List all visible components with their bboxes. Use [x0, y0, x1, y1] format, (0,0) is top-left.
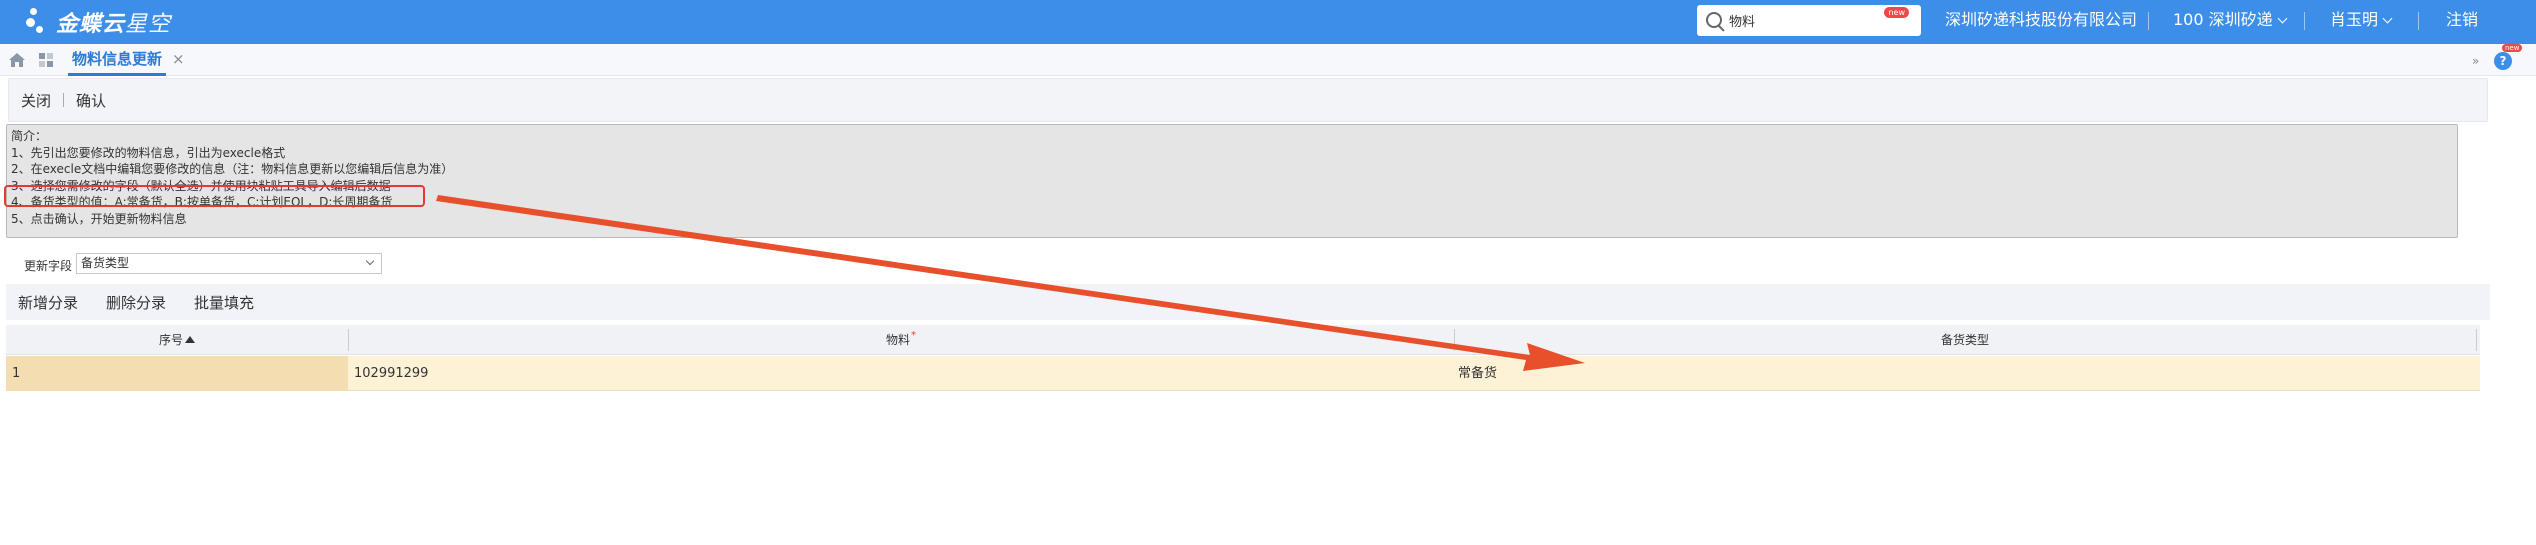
chevron-down-icon — [2277, 13, 2288, 24]
form-toolbar: 关闭 确认 — [8, 78, 2488, 122]
intro-line: 5、点击确认，开始更新物料信息 — [11, 211, 187, 226]
intro-line: 简介： — [11, 129, 48, 143]
cell-material[interactable]: 102991299 — [354, 356, 428, 391]
cell-seq[interactable]: 1 — [6, 356, 348, 391]
home-icon[interactable] — [8, 52, 26, 68]
user-dropdown[interactable]: 肖玉明 — [2330, 0, 2393, 40]
update-field-value: 备货类型 — [81, 256, 130, 270]
divider — [2418, 12, 2419, 30]
confirm-button[interactable]: 确认 — [64, 90, 118, 111]
tab-bar: 物料信息更新 × » — [0, 44, 2536, 76]
chevron-down-icon — [365, 256, 375, 266]
org-label: 100 深圳矽递 — [2173, 10, 2273, 29]
add-entry-button[interactable]: 新增分录 — [6, 292, 92, 313]
brand-name: 金蝶云 — [56, 12, 126, 37]
column-header-material[interactable]: 物料* — [348, 325, 1454, 355]
global-search-input[interactable]: 物料 new — [1697, 5, 1921, 36]
close-icon[interactable]: × — [172, 50, 185, 68]
table-row[interactable]: 1 102991299 常备货 — [6, 356, 2480, 391]
entry-toolbar: 新增分录 删除分录 批量填充 — [6, 284, 2490, 320]
intro-line: 1、先引出您要修改的物料信息，引出为execle格式 — [11, 145, 286, 160]
sort-ascending-icon[interactable] — [185, 336, 195, 343]
delete-entry-button[interactable]: 删除分录 — [92, 292, 180, 313]
new-badge: new — [1884, 7, 1909, 18]
batch-fill-button[interactable]: 批量填充 — [180, 292, 268, 313]
top-bar: 金蝶云星空 物料 new 深圳矽递科技股份有限公司 100 深圳矽递 肖玉明 注… — [0, 0, 2536, 44]
column-header-stock-type[interactable]: 备货类型 — [1454, 325, 2476, 355]
column-material-label: 物料 — [885, 333, 910, 347]
search-value: 物料 — [1729, 15, 1756, 30]
search-icon[interactable] — [1697, 5, 1729, 36]
help-new-badge: new — [2502, 44, 2523, 52]
collapse-chevron-icon[interactable]: » — [2472, 54, 2479, 68]
help-icon[interactable]: ? — [2494, 52, 2512, 70]
column-header-seq[interactable]: 序号 — [6, 325, 348, 355]
user-name: 肖玉明 — [2330, 10, 2379, 29]
required-mark: * — [911, 330, 916, 341]
brand-product: 星空 — [125, 12, 172, 37]
logout-link[interactable]: 注销 — [2446, 0, 2478, 40]
chevron-down-icon — [2382, 13, 2393, 24]
column-seq-label: 序号 — [158, 333, 183, 347]
divider — [2148, 12, 2149, 30]
intro-textarea[interactable]: 简介： 1、先引出您要修改的物料信息，引出为execle格式 2、在execle… — [6, 124, 2458, 238]
grid-header: 序号 物料* 备货类型 — [6, 325, 2480, 355]
company-name-link[interactable]: 深圳矽递科技股份有限公司 — [1945, 0, 2137, 40]
logo-mark-icon — [26, 6, 52, 38]
apps-grid-icon[interactable] — [38, 52, 54, 68]
kingdee-logo[interactable]: 金蝶云星空 — [26, 6, 171, 38]
tab-material-info-update[interactable]: 物料信息更新 — [68, 44, 167, 76]
close-button[interactable]: 关闭 — [9, 90, 63, 111]
annotation-highlight-box — [4, 185, 425, 207]
cell-stock-type[interactable]: 常备货 — [1458, 356, 1497, 391]
column-resizer[interactable] — [2476, 329, 2477, 351]
intro-line: 2、在execle文档中编辑您要修改的信息（注：物料信息更新以您编辑后信息为准） — [11, 162, 454, 176]
update-field-select[interactable]: 备货类型 — [76, 253, 382, 274]
divider — [2304, 12, 2305, 30]
org-dropdown[interactable]: 100 深圳矽递 — [2173, 0, 2288, 40]
update-field-label: 更新字段 — [24, 259, 73, 273]
